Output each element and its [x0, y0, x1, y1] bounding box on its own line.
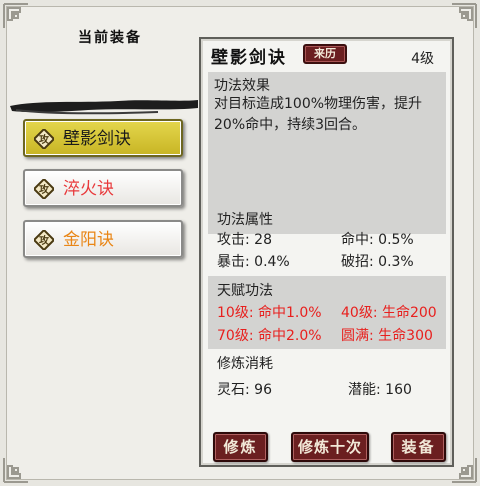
talent-entry: 圆满: 生命300 — [341, 328, 433, 344]
skill-item-label: 壁影剑诀 — [63, 129, 131, 149]
attack-badge-icon: 攻 — [34, 179, 54, 199]
talent-entry: 40级: 生命200 — [341, 305, 437, 321]
skill-level: 4级 — [411, 51, 434, 67]
talent-entry: 10级: 命中1.0% — [217, 305, 322, 321]
crit-stat: 暴击: 0.4% — [217, 254, 290, 270]
talent-entry: 70级: 命中2.0% — [217, 328, 322, 344]
skill-item-jinyang[interactable]: 攻 金阳诀 — [23, 220, 183, 258]
talent-box: 天赋功法 10级: 命中1.0% 40级: 生命200 70级: 命中2.0% … — [208, 276, 446, 349]
corner-ornament-icon — [448, 2, 478, 32]
skill-item-cuihuo[interactable]: 攻 淬火诀 — [23, 169, 183, 207]
talent-title: 天赋功法 — [217, 283, 273, 299]
train-ten-button[interactable]: 修炼十次 — [291, 432, 369, 462]
effect-description: 对目标造成100%物理伤害，提升20%命中，持续3回合。 — [214, 96, 423, 133]
skill-item-label: 淬火诀 — [63, 179, 114, 199]
effect-title: 功法效果 — [214, 78, 270, 94]
potential-cost: 潜能: 160 — [348, 382, 412, 398]
equip-button[interactable]: 装备 — [391, 432, 446, 462]
attributes-title: 功法属性 — [217, 212, 273, 228]
skill-item-label: 金阳诀 — [63, 230, 114, 250]
svg-text:攻: 攻 — [39, 183, 50, 196]
hit-stat: 命中: 0.5% — [341, 232, 414, 248]
svg-text:攻: 攻 — [39, 133, 50, 146]
svg-text:攻: 攻 — [39, 234, 50, 247]
train-button[interactable]: 修炼 — [213, 432, 268, 462]
spirit-stone-cost: 灵石: 96 — [217, 382, 272, 398]
skill-name: 壁影剑诀 — [211, 48, 287, 68]
origin-button[interactable]: 来历 — [303, 44, 347, 64]
skill-detail-panel: 壁影剑诀 来历 4级 功法效果 对目标造成100%物理伤害，提升20%命中，持续… — [199, 37, 454, 467]
pierce-stat: 破招: 0.3% — [341, 254, 414, 270]
corner-ornament-icon — [2, 454, 32, 484]
attack-stat: 攻击: 28 — [217, 232, 272, 248]
attack-badge-icon: 攻 — [34, 230, 54, 250]
corner-ornament-icon — [2, 2, 32, 32]
attack-badge-icon: 攻 — [34, 129, 54, 149]
equipped-title: 当前装备 — [78, 30, 142, 46]
cost-title: 修炼消耗 — [217, 356, 273, 372]
skill-item-biying[interactable]: 攻 壁影剑诀 — [23, 119, 183, 157]
